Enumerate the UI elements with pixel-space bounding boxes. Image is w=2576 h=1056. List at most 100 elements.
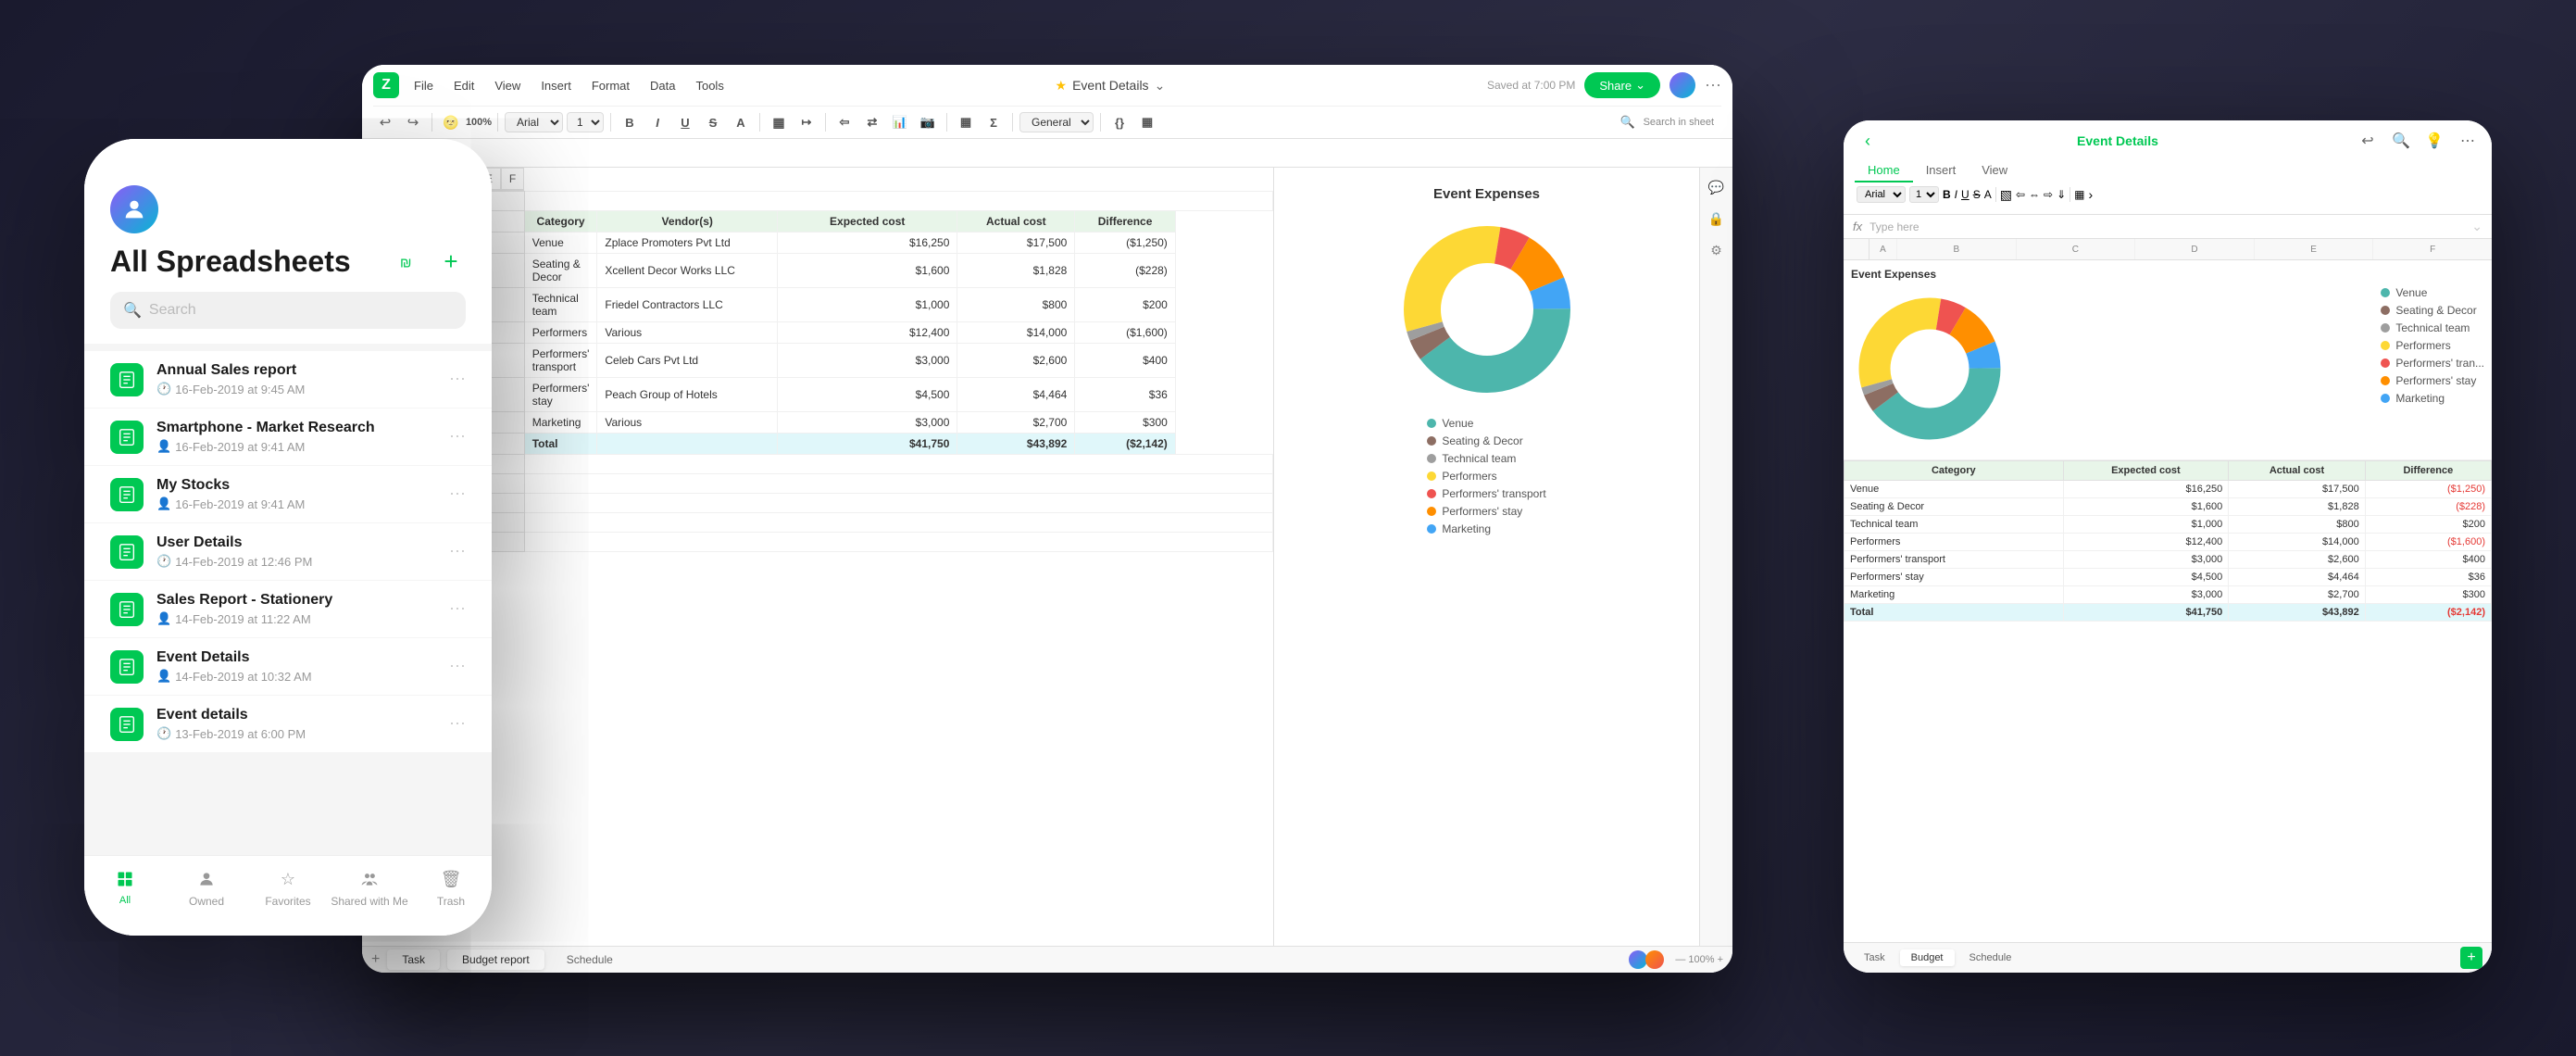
col-header-F[interactable]: F — [501, 168, 524, 190]
user-avatar[interactable] — [1669, 72, 1695, 98]
cell[interactable]: $3,000 — [778, 412, 957, 434]
cell-e2[interactable]: Actual cost — [957, 211, 1075, 233]
align-center-btn[interactable]: ⇔ — [2029, 188, 2040, 201]
align-center-button[interactable]: ⇄ — [860, 110, 884, 134]
cell[interactable]: $43,892 — [2229, 604, 2365, 622]
cell[interactable]: $1,600 — [2063, 498, 2229, 516]
cell[interactable]: Technical team — [1844, 516, 2064, 534]
borders-button[interactable]: ▦ — [767, 110, 791, 134]
sheet-tab-budget[interactable]: Budget report — [447, 949, 544, 970]
undo-button[interactable]: ↩ — [373, 110, 397, 134]
font-color-button[interactable]: A — [729, 110, 753, 134]
cell[interactable]: $2,700 — [2229, 586, 2365, 604]
cell-total-diff[interactable]: ($2,142) — [1075, 434, 1175, 455]
cell-total-actual[interactable]: $43,892 — [957, 434, 1075, 455]
sheet-tab-schedule[interactable]: Schedule — [1958, 949, 2023, 966]
cell[interactable]: ($1,600) — [1075, 322, 1175, 344]
add-sheet-btn[interactable]: + — [2460, 947, 2482, 969]
cell[interactable]: Performers — [1844, 534, 2064, 551]
bold-btn[interactable]: B — [1943, 188, 1951, 201]
cell[interactable]: $17,500 — [2229, 481, 2365, 498]
cell[interactable]: $4,500 — [778, 378, 957, 412]
back-button[interactable]: ‹ — [1855, 128, 1881, 154]
more-button[interactable]: 🔍 — [1616, 110, 1640, 134]
cell[interactable]: ($1,250) — [2365, 481, 2491, 498]
cell[interactable]: Technical team — [524, 288, 597, 322]
more-options-icon[interactable]: ⋯ — [1705, 76, 1721, 95]
list-item[interactable]: Annual Sales report 🕐 16-Feb-2019 at 9:4… — [84, 351, 492, 408]
cell[interactable]: $1,828 — [957, 254, 1075, 288]
cell-b2[interactable]: Category — [524, 211, 597, 233]
cell[interactable]: Seating & Decor — [1844, 498, 2064, 516]
col-header-D[interactable]: D — [2135, 239, 2255, 259]
cell[interactable]: $200 — [1075, 288, 1175, 322]
cell[interactable]: $300 — [2365, 586, 2491, 604]
cell[interactable]: $800 — [2229, 516, 2365, 534]
cell[interactable]: $14,000 — [957, 322, 1075, 344]
col-header-A[interactable]: A — [1869, 239, 1897, 259]
table-row[interactable]: 6 Performers Various $12,400 $14,000 ($1… — [363, 322, 1273, 344]
cell[interactable]: $4,500 — [2063, 569, 2229, 586]
cell[interactable]: $17,500 — [957, 233, 1075, 254]
side-settings-icon[interactable]: ⚙ — [1705, 238, 1729, 262]
cell[interactable]: $36 — [2365, 569, 2491, 586]
add-sheet-btn[interactable]: + — [371, 951, 380, 968]
nav-trash[interactable]: 🗑 Trash — [410, 867, 492, 908]
table-row[interactable]: 5 Technical team Friedel Contractors LLC… — [363, 288, 1273, 322]
cell[interactable]: Performers' transport — [1844, 551, 2064, 569]
col-header-C[interactable]: C — [2017, 239, 2136, 259]
menu-file[interactable]: File — [405, 75, 443, 96]
formula-input[interactable]: Type here — [1869, 220, 2464, 233]
cell[interactable]: ($1,250) — [1075, 233, 1175, 254]
cell[interactable]: $3,000 — [2063, 586, 2229, 604]
nav-owned[interactable]: Owned — [166, 867, 247, 908]
table-row[interactable]: 9 Marketing Various $3,000 $2,700 $300 — [363, 412, 1273, 434]
paint-format-button[interactable]: 🌝 — [439, 110, 463, 134]
formula-expand-icon[interactable]: ⌄ — [2471, 219, 2482, 234]
menu-view[interactable]: View — [485, 75, 530, 96]
align-btn[interactable]: ⇦ — [2016, 188, 2025, 201]
cell[interactable]: Peach Group of Hotels — [597, 378, 778, 412]
file-menu-btn[interactable]: ⋯ — [449, 714, 466, 734]
menu-edit[interactable]: Edit — [444, 75, 483, 96]
wrap-btn[interactable]: ▦ — [2074, 188, 2084, 201]
cell[interactable]: $4,464 — [2229, 569, 2365, 586]
cell[interactable]: $41,750 — [2063, 604, 2229, 622]
cell[interactable]: $1,600 — [778, 254, 957, 288]
share-button[interactable]: Share ⌄ — [1584, 72, 1660, 98]
file-menu-btn[interactable]: ⋯ — [449, 370, 466, 389]
sheet-tab-task[interactable]: Task — [387, 949, 440, 970]
col-header-B[interactable]: B — [1897, 239, 2017, 259]
table-row[interactable]: Marketing$3,000$2,700$300 — [1844, 586, 2492, 604]
cell[interactable]: $300 — [1075, 412, 1175, 434]
table-row[interactable]: Technical team$1,000$800$200 — [1844, 516, 2492, 534]
table-row[interactable]: Performers$12,400$14,000($1,600) — [1844, 534, 2492, 551]
font-family-select[interactable]: Arial — [1857, 186, 1906, 203]
file-menu-btn[interactable]: ⋯ — [449, 599, 466, 619]
font-size-select[interactable]: 10 — [567, 112, 604, 132]
formula-input[interactable] — [451, 146, 1723, 160]
more-btn[interactable]: › — [2088, 187, 2093, 202]
tab-view[interactable]: View — [1969, 159, 2020, 182]
filter-button[interactable]: ▦ — [954, 110, 978, 134]
favorite-star[interactable]: ★ — [1056, 78, 1068, 94]
zoho-icon[interactable]: ₪ — [395, 247, 425, 277]
image-button[interactable]: 📷 — [916, 110, 940, 134]
list-item[interactable]: Event Details 👤 14-Feb-2019 at 10:32 AM … — [84, 638, 492, 695]
underline-button[interactable]: U — [673, 110, 697, 134]
col-header-E[interactable]: E — [2255, 239, 2374, 259]
cell[interactable]: Various — [597, 322, 778, 344]
merge-button[interactable]: ↦ — [794, 110, 819, 134]
tab-home[interactable]: Home — [1855, 159, 1913, 182]
file-menu-btn[interactable]: ⋯ — [449, 657, 466, 676]
list-item[interactable]: Smartphone - Market Research 👤 16-Feb-20… — [84, 409, 492, 465]
sheet-tab-schedule[interactable]: Schedule — [552, 949, 628, 970]
table-row[interactable]: 7 Performers' transport Celeb Cars Pvt L… — [363, 344, 1273, 378]
align-left-button[interactable]: ⇦ — [832, 110, 857, 134]
menu-tools[interactable]: Tools — [686, 75, 732, 96]
valign-btn[interactable]: ⇓ — [2057, 188, 2066, 201]
align-right-btn[interactable]: ⇨ — [2044, 188, 2053, 201]
nav-favorites[interactable]: ☆ Favorites — [247, 867, 329, 908]
col-header-F[interactable]: F — [2373, 239, 2492, 259]
cell[interactable]: ($2,142) — [2365, 604, 2491, 622]
